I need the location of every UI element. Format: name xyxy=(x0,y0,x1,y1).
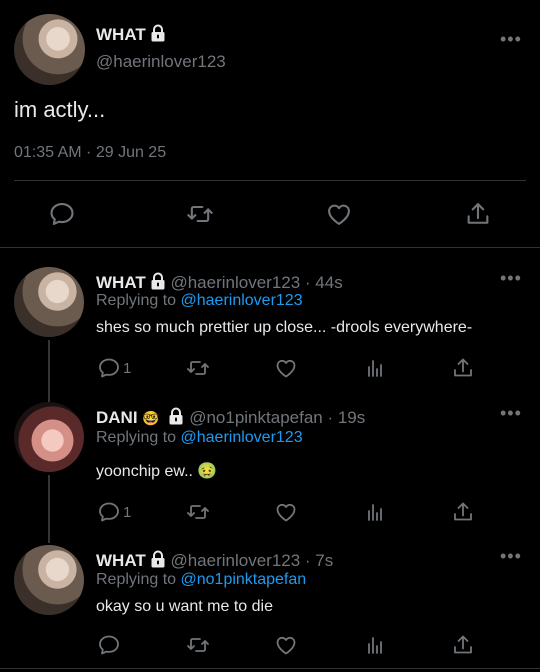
author-handle-time[interactable]: @no1pinktapefan · 19s xyxy=(189,408,365,427)
like-icon[interactable] xyxy=(274,356,298,380)
like-icon[interactable] xyxy=(325,200,353,228)
replying-to-line: Replying to @haerinlover123 xyxy=(96,429,303,447)
author-name[interactable]: WHAT xyxy=(96,551,146,570)
author-name[interactable]: WHAT xyxy=(96,273,146,292)
reply-header: WHAT @haerinlover123 · 7s xyxy=(96,550,333,571)
tweet-timestamp[interactable]: 01:35 AM · 29 Jun 25 xyxy=(14,144,166,162)
replying-to-link[interactable]: @haerinlover123 xyxy=(181,429,303,446)
lock-icon xyxy=(150,272,166,290)
replying-to-link[interactable]: @no1pinktapefan xyxy=(181,571,307,588)
author-name[interactable]: WHAT xyxy=(96,25,146,44)
replying-to-line: Replying to @haerinlover123 xyxy=(96,292,303,310)
reply-text: shes so much prettier up close... -drool… xyxy=(96,319,473,336)
avatar[interactable] xyxy=(14,545,84,615)
reply-icon[interactable] xyxy=(97,356,121,380)
reply-header: WHAT @haerinlover123 · 44s xyxy=(96,272,343,293)
reply-text: okay so u want me to die xyxy=(96,598,273,615)
author-name-row: WHAT xyxy=(96,24,166,45)
author-handle-time[interactable]: @haerinlover123 · 7s xyxy=(170,551,333,570)
lock-icon xyxy=(168,407,184,425)
avatar[interactable] xyxy=(14,14,85,85)
like-icon[interactable] xyxy=(274,633,298,657)
lock-icon xyxy=(150,24,166,42)
share-icon[interactable] xyxy=(451,633,475,657)
reply-count: 1 xyxy=(123,360,132,377)
stats-icon[interactable] xyxy=(363,500,387,524)
share-icon[interactable] xyxy=(451,356,475,380)
divider xyxy=(0,668,540,669)
share-icon[interactable] xyxy=(451,500,475,524)
nerd-emoji: 🤓 xyxy=(142,410,160,426)
avatar[interactable] xyxy=(14,267,84,337)
tweet-text: im actly... xyxy=(14,97,106,122)
retweet-icon[interactable] xyxy=(186,633,210,657)
reply-header: DANI 🤓 @no1pinktapefan · 19s xyxy=(96,407,365,428)
reply-text: yoonchip ew.. 🤢 xyxy=(96,463,218,480)
author-handle[interactable]: @haerinlover123 xyxy=(96,52,226,72)
thread-line xyxy=(48,475,50,543)
reply-icon[interactable] xyxy=(48,200,76,228)
retweet-icon[interactable] xyxy=(186,500,210,524)
lock-icon xyxy=(150,550,166,568)
more-options-icon[interactable]: ••• xyxy=(500,268,522,289)
reply-count: 1 xyxy=(123,504,132,521)
retweet-icon[interactable] xyxy=(186,200,214,228)
author-handle-time[interactable]: @haerinlover123 · 44s xyxy=(170,273,342,292)
retweet-icon[interactable] xyxy=(186,356,210,380)
thread-line xyxy=(48,340,50,402)
more-options-icon[interactable]: ••• xyxy=(500,546,522,567)
author-name[interactable]: DANI xyxy=(96,408,138,427)
replying-to-label: Replying to xyxy=(96,429,177,446)
like-icon[interactable] xyxy=(274,500,298,524)
reply-icon[interactable] xyxy=(97,633,121,657)
avatar[interactable] xyxy=(14,402,84,472)
replying-to-link[interactable]: @haerinlover123 xyxy=(181,292,303,309)
replying-to-label: Replying to xyxy=(96,292,177,309)
more-options-icon[interactable]: ••• xyxy=(500,29,522,50)
divider xyxy=(0,247,540,248)
reply-icon[interactable] xyxy=(97,500,121,524)
stats-icon[interactable] xyxy=(363,356,387,380)
stats-icon[interactable] xyxy=(363,633,387,657)
share-icon[interactable] xyxy=(464,200,492,228)
divider xyxy=(14,180,526,181)
replying-to-line: Replying to @no1pinktapefan xyxy=(96,571,306,589)
more-options-icon[interactable]: ••• xyxy=(500,403,522,424)
replying-to-label: Replying to xyxy=(96,571,177,588)
